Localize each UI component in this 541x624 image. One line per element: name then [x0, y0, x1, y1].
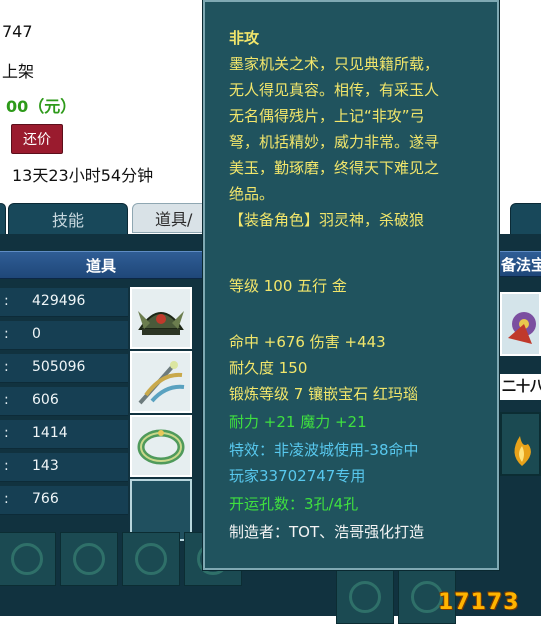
equipment-slot-helmet[interactable]	[130, 287, 192, 349]
tab-items[interactable]: 道具/	[132, 203, 212, 233]
time-remaining: 13天23小时54分钟	[12, 166, 154, 185]
item-roles: 【装备角色】羽灵神，杀破狼	[229, 211, 425, 229]
bracelet-icon	[137, 429, 185, 465]
items-header: 道具	[0, 251, 202, 279]
tab-partial-left[interactable]	[0, 203, 6, 235]
inventory-slot[interactable]	[60, 532, 118, 586]
treasure-label: 二十八	[500, 374, 541, 400]
item-description-line: 绝品。	[229, 185, 275, 203]
inventory-slot[interactable]	[0, 532, 56, 586]
treasure-icon	[508, 312, 536, 344]
item-bonus-stats: 耐力 +21 魔力 +21	[229, 413, 367, 431]
site-logo: 17173	[438, 590, 520, 615]
seller-id-fragment: 747	[2, 22, 33, 41]
item-description-line: 墨家机关之术，只见典籍所载，	[229, 55, 440, 73]
equipment-slot-weapon[interactable]	[130, 351, 192, 413]
item-owner: 玩家33702747专用	[229, 467, 366, 485]
item-description-line: 美玉，勤琢磨，终得天下难见之	[229, 159, 440, 177]
item-description-line: 弩，机括精妙，威力非常。遂寻	[229, 133, 440, 151]
bargain-button[interactable]: 还价	[11, 124, 63, 154]
stat-row: :429496	[0, 288, 128, 317]
item-attributes: 命中 +676 伤害 +443	[229, 333, 386, 351]
tab-partial-right[interactable]	[510, 203, 541, 235]
stat-row: :505096	[0, 354, 128, 383]
stat-row: :143	[0, 453, 128, 482]
listing-status: 上架	[2, 62, 35, 81]
stat-row: :1414	[0, 420, 128, 449]
stat-row: :0	[0, 321, 128, 350]
item-forge-level: 锻炼等级 7 镶嵌宝石 红玛瑙	[229, 385, 418, 403]
flame-icon	[514, 436, 531, 466]
item-description-line: 无人得见真容。相传，有采玉人	[229, 81, 440, 99]
item-maker: 制造者：TOT、浩哥强化打造	[229, 523, 425, 541]
item-special-effect: 特效：非凌波城使用-38命中	[229, 441, 419, 459]
helmet-icon	[138, 311, 184, 335]
item-description-line: 无名偶得残片，上记“非攻”弓	[229, 107, 425, 125]
equipment-slot-bracelet[interactable]	[130, 415, 192, 477]
item-level: 等级 100 五行 金	[229, 277, 347, 295]
inventory-slot[interactable]	[122, 532, 180, 586]
stat-row: :766	[0, 486, 128, 515]
treasure-header: 备法宝	[499, 251, 541, 277]
tab-skills[interactable]: 技能	[8, 203, 128, 235]
treasure-slot[interactable]	[500, 292, 541, 356]
item-holes: 开运孔数：3孔/4孔	[229, 495, 359, 513]
item-tooltip: 非攻 墨家机关之术，只见典籍所载， 无人得见真容。相传，有采玉人 无名偶得残片，…	[203, 0, 499, 570]
stat-row: :606	[0, 387, 128, 416]
crossbow-icon	[138, 361, 185, 405]
price-text: 00（元）	[6, 97, 77, 116]
item-durability: 耐久度 150	[229, 359, 308, 377]
treasure-slot[interactable]	[500, 412, 541, 476]
item-name: 非攻	[229, 29, 260, 47]
